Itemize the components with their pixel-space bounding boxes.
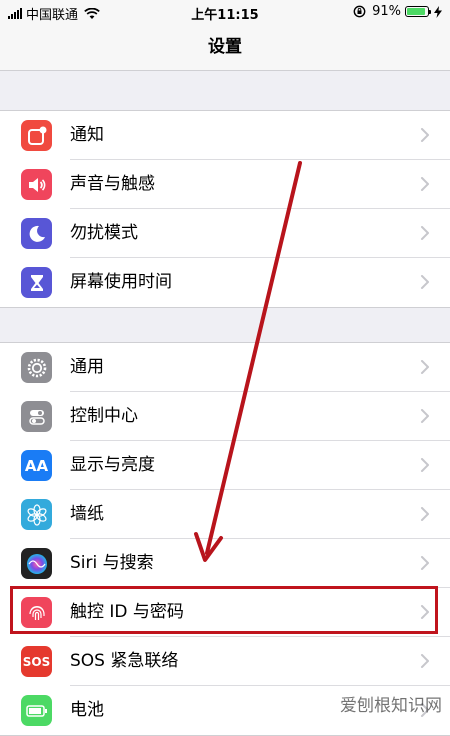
watermark: 爱刨根知识网 — [340, 696, 442, 716]
annotation-arrow — [194, 161, 302, 562]
